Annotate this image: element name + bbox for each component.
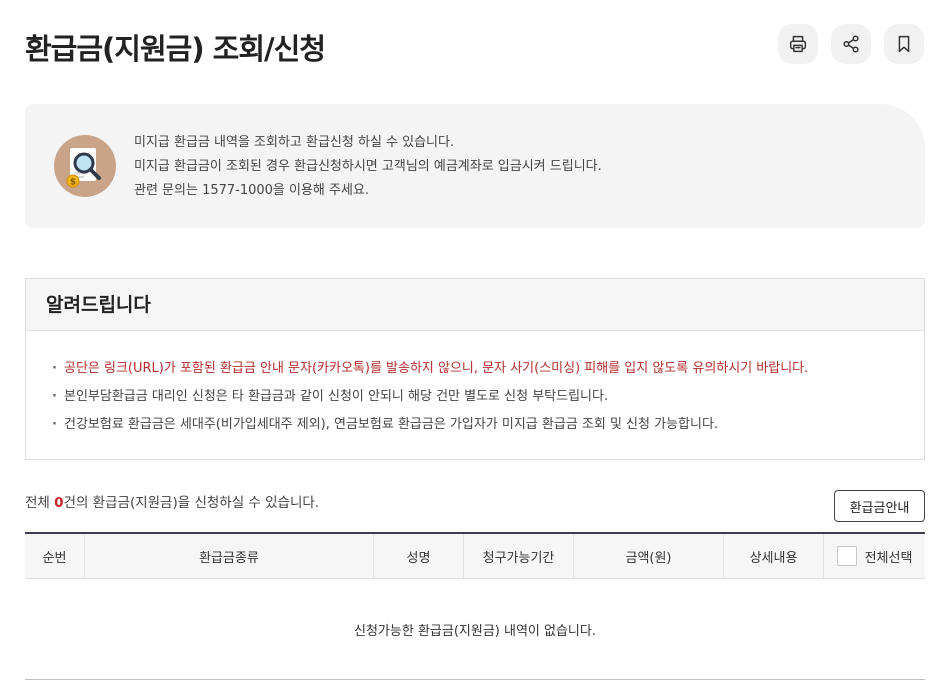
refund-count: 0 <box>54 495 64 511</box>
printer-icon <box>789 35 807 53</box>
share-icon <box>843 35 859 53</box>
intro-line: 미지급 환급금 내역을 조회하고 환급신청 하실 수 있습니다. <box>134 135 455 150</box>
select-all-checkbox[interactable] <box>836 546 857 566</box>
share-button[interactable] <box>831 24 871 64</box>
print-button[interactable] <box>778 24 818 64</box>
table-header: 순번 환급금종류 성명 청구가능기간 금액(원) 상세내용 전체선택 <box>25 532 925 579</box>
col-header-details: 상세내용 <box>724 534 824 578</box>
col-header-claim-period: 청구가능기간 <box>464 534 574 578</box>
intro-box: $ 미지급 환급금 내역을 조회하고 환급신청 하실 수 있습니다. 미지급 환… <box>25 104 925 228</box>
count-suffix: 건의 환급금(지원금)을 신청하실 수 있습니다. <box>63 495 320 511</box>
select-all-label: 전체선택 <box>864 550 913 566</box>
col-header-refund-type: 환급금종류 <box>85 534 374 578</box>
notice-item: 건강보험료 환급금은 세대주(비가입세대주 제외), 연금보험료 환급금은 가입… <box>52 411 924 439</box>
notice-item-smishing-warning: 공단은 링크(URL)가 포함된 환급금 안내 문자(카카오톡)를 발송하지 않… <box>52 355 924 383</box>
empty-table-message: 신청가능한 환급금(지원금) 내역이 없습니다. <box>25 579 925 680</box>
bookmark-icon <box>898 35 910 53</box>
col-header-number: 순번 <box>25 534 85 578</box>
page-title: 환급금(지원금) 조회/신청 <box>25 32 326 66</box>
notice-list: 공단은 링크(URL)가 포함된 환급금 안내 문자(카카오톡)를 발송하지 않… <box>26 331 924 439</box>
count-prefix: 전체 <box>25 495 55 511</box>
bookmark-button[interactable] <box>884 24 924 64</box>
document-search-icon: $ <box>54 135 116 197</box>
col-header-select-all: 전체선택 <box>824 534 925 578</box>
refund-guide-button[interactable]: 환급금안내 <box>834 490 925 522</box>
notice-item: 본인부담환급금 대리인 신청은 타 환급금과 같이 신청이 안되니 해당 건만 … <box>52 383 924 411</box>
intro-line: 관련 문의는 1577-1000을 이용해 주세요. <box>134 183 370 198</box>
refund-count-summary: 전체 0건의 환급금(지원금)을 신청하실 수 있습니다. <box>25 491 319 511</box>
col-header-name: 성명 <box>374 534 464 578</box>
notice-title: 알려드립니다 <box>26 279 924 331</box>
col-header-amount: 금액(원) <box>574 534 724 578</box>
notice-box: 알려드립니다 공단은 링크(URL)가 포함된 환급금 안내 문자(카카오톡)를… <box>25 278 925 460</box>
svg-text:$: $ <box>70 178 76 188</box>
intro-text: 미지급 환급금 내역을 조회하고 환급신청 하실 수 있습니다. 미지급 환급금… <box>134 131 602 203</box>
top-actions <box>778 24 924 64</box>
refund-table: 순번 환급금종류 성명 청구가능기간 금액(원) 상세내용 전체선택 신청가능한… <box>25 532 925 680</box>
intro-line: 미지급 환급금이 조회된 경우 환급신청하시면 고객님의 예금계좌로 입금시켜 … <box>134 159 602 174</box>
